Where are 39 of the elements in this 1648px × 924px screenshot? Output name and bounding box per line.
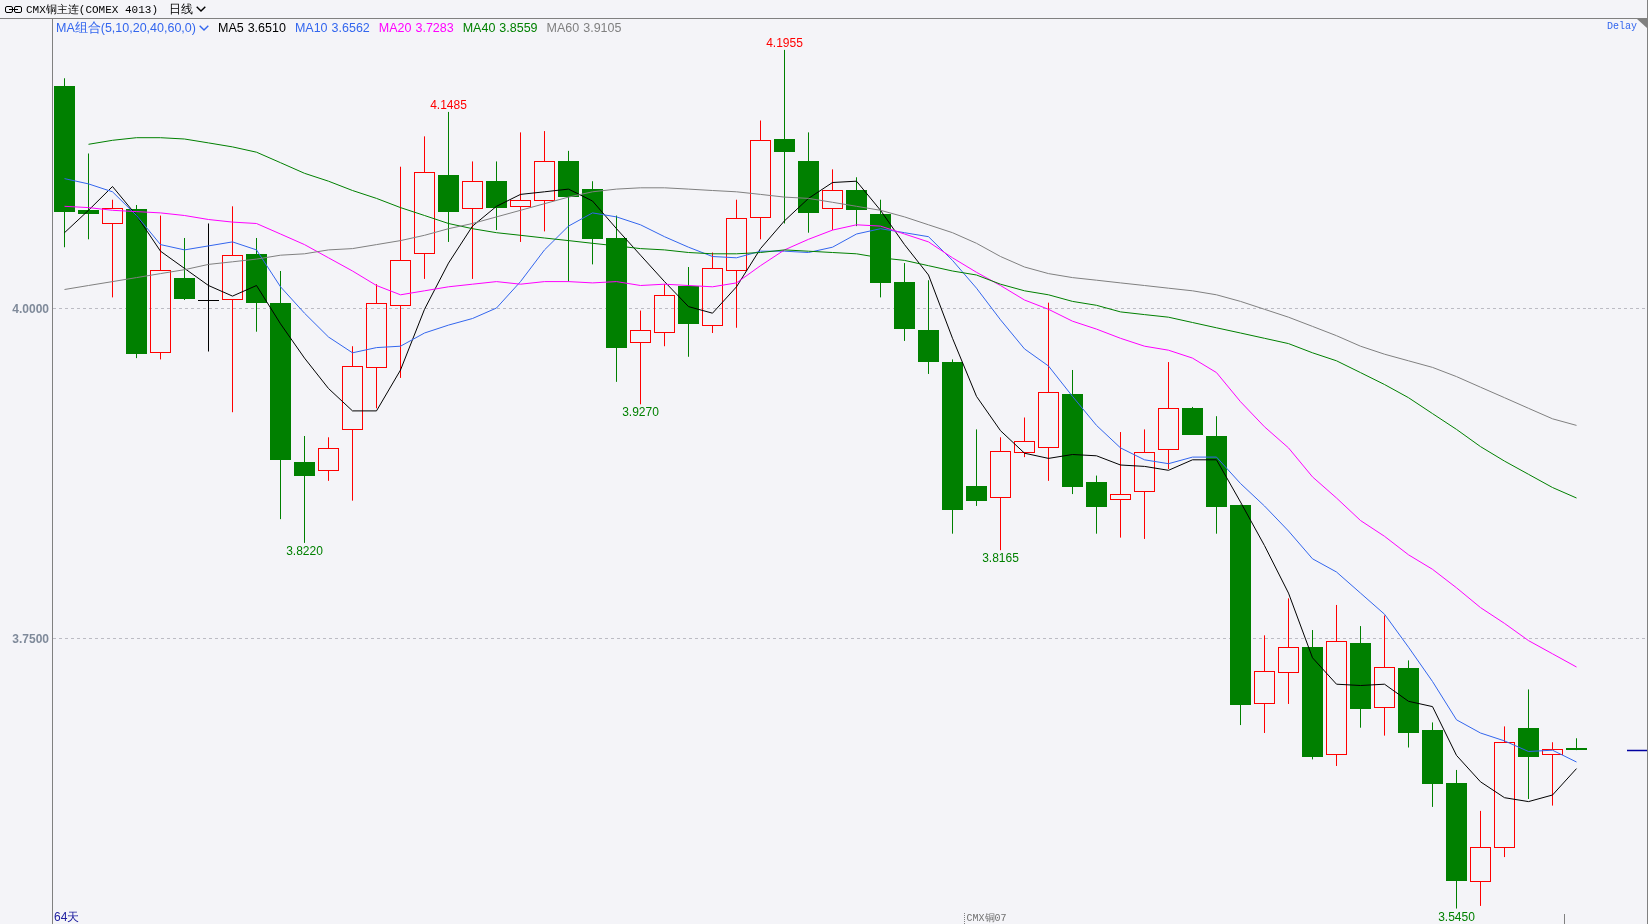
ma-legend-name: MA60 [546,20,580,36]
low-price-label: 3.8165 [982,551,1019,566]
high-price-label: 4.1955 [766,35,803,50]
candlestick [174,237,195,301]
candlestick [1182,406,1203,436]
period-dropdown[interactable]: 日线 [169,1,207,17]
low-price-label: 3.9270 [622,405,659,420]
ma-legend-name: MA10 [294,20,328,36]
caret-icon [198,25,209,31]
data-delay-label: Delay [1607,21,1637,33]
candlestick [318,436,339,482]
link-icon[interactable] [5,5,22,13]
x-axis-label: CMX铜07 [966,913,1007,924]
candlestick [654,283,675,347]
ma-legend-value: 3.8559 [499,20,538,36]
ma-legend-name: MA20 [378,20,412,36]
high-price-label: 4.1485 [430,97,467,112]
instrument-title: CMX铜主连(COMEX 4013) [26,2,159,17]
candlestick [1542,741,1563,807]
low-price-label: 3.5450 [1438,909,1475,924]
candlestick [486,160,507,231]
candlestick [1086,475,1107,535]
ma-legend-value: 3.6562 [331,20,370,36]
ma-legend-name: MA5 [217,20,244,36]
ma-legend-value: 3.9105 [583,20,622,36]
ma-legend-value: 3.6510 [247,20,286,36]
candlestick [1566,737,1587,751]
y-axis-label: 4.0000 [12,301,49,316]
low-price-label: 3.8220 [286,543,323,558]
candlestick [846,176,867,227]
last-price-marker [1626,749,1647,752]
candlestick [822,168,843,231]
candlestick [1014,417,1035,458]
ma-legend-value: 3.7283 [415,20,454,36]
caret-icon [196,6,207,12]
day-count-label: 64天 [54,910,80,924]
y-axis-label: 3.7500 [12,631,49,646]
ma-legend-name: MA40 [462,20,496,36]
indicator-dropdown[interactable]: MA组合(5,10,20,40,60,0) [56,20,209,36]
